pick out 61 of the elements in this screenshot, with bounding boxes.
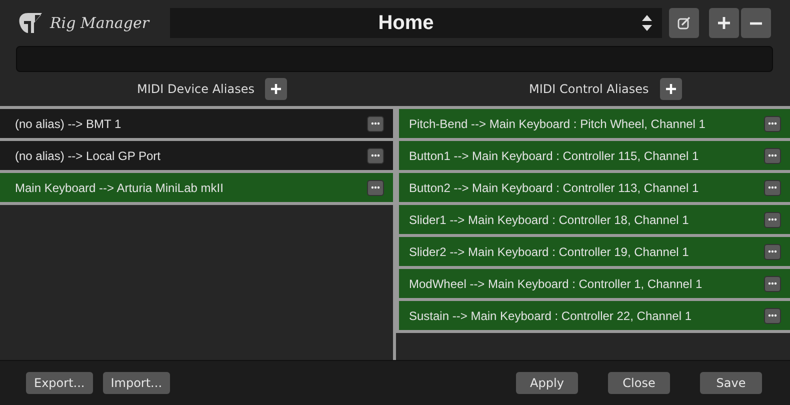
footer-button[interactable]: Save <box>700 372 762 394</box>
alias-row[interactable]: Slider2 --> Main Keyboard : Controller 19, Channel 1 <box>396 237 790 269</box>
alias-label: Main Keyboard --> Arturia MiniLab mkII <box>15 180 224 194</box>
section-title: MIDI Device Aliases <box>137 82 254 96</box>
alias-label: Slider2 --> Main Keyboard : Controller 19, Channel 1 <box>409 244 690 258</box>
add-button[interactable] <box>265 78 288 100</box>
more-icon <box>768 218 777 221</box>
more-button[interactable] <box>764 308 781 324</box>
plus-icon <box>270 83 282 95</box>
alias-label: Button1 --> Main Keyboard : Controller 115, Channel 1 <box>409 148 700 162</box>
more-icon <box>768 154 777 157</box>
alias-row[interactable]: Main Keyboard --> Arturia MiniLab mkII <box>0 173 393 205</box>
section-title: MIDI Control Aliases <box>529 82 649 96</box>
more-icon <box>768 122 777 125</box>
more-icon <box>768 314 777 317</box>
footer-button[interactable]: Close <box>608 372 670 394</box>
add-button[interactable] <box>660 78 682 100</box>
alias-row[interactable]: Button2 --> Main Keyboard : Controller 113, Channel 1 <box>396 173 790 205</box>
edit-button[interactable] <box>669 8 699 38</box>
alias-row[interactable]: ModWheel --> Main Keyboard : Controller 1, Channel 1 <box>396 269 790 301</box>
more-icon <box>371 122 380 125</box>
alias-row[interactable]: Sustain --> Main Keyboard : Controller 22, Channel 1 <box>396 301 790 333</box>
alias-row[interactable]: (no alias) --> Local GP Port <box>0 141 393 173</box>
more-button[interactable] <box>367 116 384 132</box>
alias-row[interactable]: Slider1 --> Main Keyboard : Controller 18, Channel 1 <box>396 205 790 237</box>
search-field[interactable] <box>16 46 773 72</box>
alias-label: Sustain --> Main Keyboard : Controller 22, Channel 1 <box>409 308 692 322</box>
footer-button[interactable]: Export... <box>26 372 93 394</box>
alias-row[interactable]: Button1 --> Main Keyboard : Controller 115, Channel 1 <box>396 141 790 173</box>
updown-icon <box>642 14 652 32</box>
add-button[interactable] <box>709 8 739 38</box>
more-icon <box>768 282 777 285</box>
alias-label: Pitch-Bend --> Main Keyboard : Pitch Wheel, Channel 1 <box>409 116 706 130</box>
remove-button[interactable] <box>741 8 771 38</box>
more-button[interactable] <box>367 148 384 164</box>
plus-icon <box>716 15 732 31</box>
more-icon <box>768 250 777 253</box>
minus-icon <box>750 22 762 24</box>
alias-label: (no alias) --> Local GP Port <box>15 148 162 162</box>
alias-label: Button2 --> Main Keyboard : Controller 113, Channel 1 <box>409 180 700 194</box>
more-button[interactable] <box>764 244 781 260</box>
alias-label: ModWheel --> Main Keyboard : Controller 1, Channel 1 <box>409 276 704 290</box>
rig-dropdown[interactable]: Home <box>170 8 662 38</box>
plus-icon <box>664 83 677 95</box>
alias-row[interactable]: (no alias) --> BMT 1 <box>0 109 393 141</box>
more-button[interactable] <box>764 116 781 132</box>
footer-button[interactable]: Import... <box>102 372 170 394</box>
footer-button[interactable]: Apply <box>516 372 578 394</box>
more-button[interactable] <box>764 180 781 196</box>
more-icon <box>768 186 777 189</box>
app-title: Rig Manager <box>50 14 150 32</box>
alias-row[interactable]: Pitch-Bend --> Main Keyboard : Pitch Wheel, Channel 1 <box>396 109 790 141</box>
more-icon <box>371 186 380 189</box>
more-button[interactable] <box>764 148 781 164</box>
more-button[interactable] <box>764 276 781 292</box>
alias-label: Slider1 --> Main Keyboard : Controller 18, Channel 1 <box>409 212 690 226</box>
edit-icon <box>677 16 691 30</box>
alias-label: (no alias) --> BMT 1 <box>15 116 122 130</box>
more-button[interactable] <box>367 180 384 196</box>
more-button[interactable] <box>764 212 781 228</box>
more-icon <box>371 154 380 157</box>
